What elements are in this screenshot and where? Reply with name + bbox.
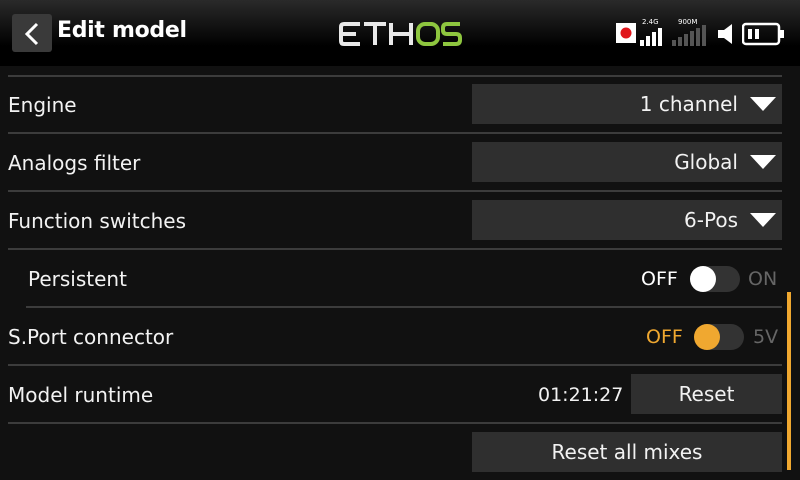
function-switches-value: 6-Pos <box>684 208 738 232</box>
sport-connector-label: S.Port connector <box>8 325 174 349</box>
divider <box>26 306 782 308</box>
caret-down-icon <box>750 97 776 111</box>
caret-down-icon <box>750 213 776 227</box>
persistent-toggle[interactable] <box>690 266 740 292</box>
speaker-icon <box>718 24 732 44</box>
divider <box>8 364 782 366</box>
signal-900m-icon <box>672 25 706 46</box>
analogs-filter-value: Global <box>674 150 738 174</box>
divider <box>8 190 782 192</box>
signal-2g4-icon <box>640 28 662 46</box>
scrollbar[interactable] <box>787 292 791 470</box>
persistent-label: Persistent <box>28 267 127 291</box>
header-bar: Edit model 2.4G 900M <box>0 0 800 66</box>
persistent-off-label: OFF <box>641 268 678 290</box>
status-bar: 2.4G 900M <box>612 14 792 54</box>
persistent-on-label: ON <box>748 268 778 290</box>
engine-value: 1 channel <box>639 92 738 116</box>
sport-on-label: 5V <box>753 326 779 348</box>
model-runtime-label: Model runtime <box>8 383 154 407</box>
engine-label: Engine <box>8 93 77 117</box>
analogs-filter-label: Analogs filter <box>8 151 141 175</box>
sport-off-label: OFF <box>646 326 683 348</box>
caret-down-icon <box>750 155 776 169</box>
divider <box>8 75 782 77</box>
battery-icon <box>742 22 784 46</box>
toggle-knob <box>694 324 720 350</box>
engine-dropdown[interactable]: 1 channel <box>472 84 782 124</box>
chevron-left-icon <box>24 22 39 46</box>
record-icon <box>616 23 636 43</box>
model-runtime-value: 01:21:27 <box>538 384 624 406</box>
toggle-knob <box>690 266 716 292</box>
runtime-reset-button[interactable]: Reset <box>631 374 782 414</box>
reset-all-mixes-button[interactable]: Reset all mixes <box>472 432 782 472</box>
divider <box>8 248 782 250</box>
ethos-logo <box>339 22 462 46</box>
function-switches-label: Function switches <box>8 209 186 233</box>
page-title: Edit model <box>57 18 187 43</box>
analogs-filter-dropdown[interactable]: Global <box>472 142 782 182</box>
back-button[interactable] <box>12 14 52 52</box>
sport-connector-toggle[interactable] <box>694 324 744 350</box>
function-switches-dropdown[interactable]: 6-Pos <box>472 200 782 240</box>
divider <box>8 422 782 424</box>
divider <box>8 132 782 134</box>
